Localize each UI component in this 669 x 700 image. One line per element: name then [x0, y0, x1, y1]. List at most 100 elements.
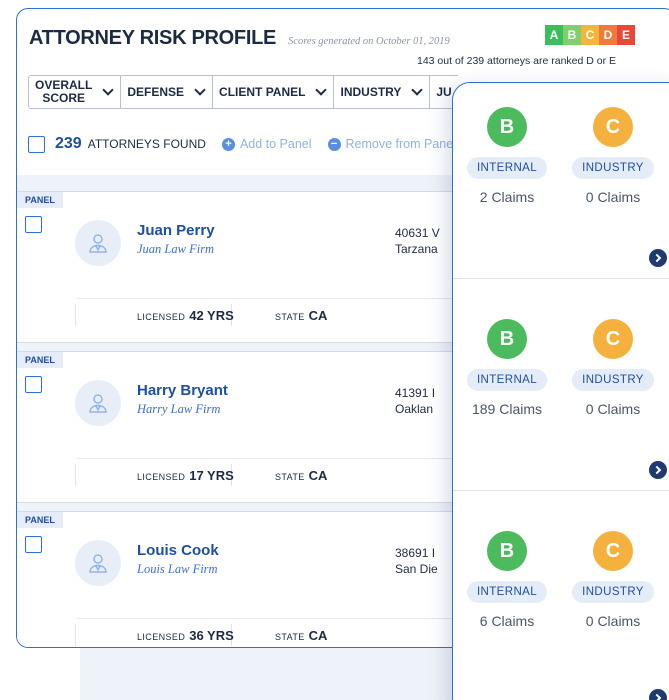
score-card: B INTERNAL 2 Claims C INDUSTRY 0 Claims: [453, 83, 669, 279]
state-value: CA: [308, 628, 328, 643]
grade-c-badge: C: [581, 25, 599, 45]
attorney-avatar-icon: [75, 220, 121, 266]
minus-circle-icon: −: [327, 137, 341, 151]
licensed-value: 17 YRS: [189, 468, 234, 483]
internal-claims: 189 Claims: [471, 401, 543, 417]
industry-score: C INDUSTRY 0 Claims: [565, 531, 661, 629]
arrow-right-icon[interactable]: [649, 689, 667, 700]
attorney-checkbox[interactable]: [25, 216, 42, 233]
licensed-value: 36 YRS: [189, 628, 234, 643]
internal-score: B INTERNAL 2 Claims: [459, 107, 555, 205]
page-background-strip: [80, 640, 460, 700]
industry-claims: 0 Claims: [585, 401, 641, 417]
remove-from-panel-button[interactable]: − Remove from Panel: [327, 137, 456, 151]
chevron-down-icon: [194, 84, 206, 96]
internal-grade-badge: B: [487, 107, 527, 147]
grade-e-badge: E: [617, 25, 635, 45]
state-value: CA: [308, 308, 328, 323]
attorney-name-link[interactable]: Louis Cook: [137, 542, 219, 559]
attorney-checkbox[interactable]: [25, 376, 42, 393]
internal-score: B INTERNAL 189 Claims: [459, 319, 555, 417]
filter-industry[interactable]: INDUSTRY: [333, 75, 430, 109]
arrow-right-icon[interactable]: [649, 249, 667, 267]
industry-score: C INDUSTRY 0 Claims: [565, 319, 661, 417]
licensed-value: 42 YRS: [189, 308, 234, 323]
state-label: STATE: [275, 312, 305, 322]
internal-grade-badge: B: [487, 531, 527, 571]
score-card: B INTERNAL 189 Claims C INDUSTRY 0 Claim…: [453, 295, 669, 491]
licensed-years: LICENSED 17 YRS: [137, 468, 234, 483]
address-line2: San Die: [395, 562, 438, 576]
filter-client-panel[interactable]: CLIENT PANEL: [212, 75, 334, 109]
address-line1: 41391 I: [395, 386, 436, 400]
rank-note: 143 out of 239 attorneys are ranked D or…: [417, 55, 617, 67]
state-label: STATE: [275, 632, 305, 642]
grade-a-badge: A: [545, 25, 563, 45]
attorney-name-link[interactable]: Harry Bryant: [137, 382, 228, 399]
attorney-name-link[interactable]: Juan Perry: [137, 222, 215, 239]
law-firm-link[interactable]: Juan Law Firm: [137, 242, 214, 257]
state-value: CA: [308, 468, 328, 483]
attorneys-found-label: ATTORNEYS FOUND: [87, 137, 206, 151]
internal-score: B INTERNAL 6 Claims: [459, 531, 555, 629]
panel-tag: PANEL: [17, 512, 63, 528]
filter-client-panel-label: CLIENT PANEL: [219, 85, 306, 99]
address-line1: 38691 I: [395, 546, 436, 560]
state: STATE CA: [275, 308, 327, 323]
grade-legend: A B C D E: [545, 25, 635, 45]
list-toolbar: 239 ATTORNEYS FOUND + Add to Panel − Rem…: [28, 135, 456, 153]
state-label: STATE: [275, 472, 305, 482]
add-to-panel-label: Add to Panel: [239, 137, 312, 151]
grade-b-badge: B: [563, 25, 581, 45]
attorney-avatar-icon: [75, 380, 121, 426]
industry-pill: INDUSTRY: [572, 369, 654, 391]
internal-claims: 2 Claims: [479, 189, 535, 205]
chevron-down-icon: [102, 84, 115, 96]
filter-overall-line1: OVERALL: [35, 78, 93, 92]
internal-grade-badge: B: [487, 319, 527, 359]
add-to-panel-button[interactable]: + Add to Panel: [221, 137, 312, 151]
industry-claims: 0 Claims: [585, 189, 641, 205]
arrow-right-icon[interactable]: [649, 461, 667, 479]
licensed-years: LICENSED 42 YRS: [137, 308, 234, 323]
internal-pill: INTERNAL: [466, 157, 548, 179]
industry-pill: INDUSTRY: [572, 581, 654, 603]
chevron-down-icon: [411, 84, 424, 96]
panel-tag: PANEL: [17, 192, 63, 208]
divider: [75, 624, 76, 646]
licensed-label: LICENSED: [137, 632, 186, 642]
filter-overall-score-label: OVERALL SCORE: [35, 79, 92, 105]
address-line2: Oaklan: [395, 402, 434, 416]
attorney-avatar-icon: [75, 540, 121, 586]
attorney-count: 239: [55, 135, 82, 152]
internal-claims: 6 Claims: [479, 613, 535, 629]
select-all-checkbox[interactable]: [28, 135, 45, 153]
filter-overall-score[interactable]: OVERALL SCORE: [28, 75, 121, 109]
industry-grade-badge: C: [593, 531, 633, 571]
filter-defense[interactable]: DEFENSE: [120, 75, 213, 109]
industry-pill: INDUSTRY: [572, 157, 654, 179]
attorney-checkbox[interactable]: [25, 536, 42, 553]
law-firm-link[interactable]: Harry Law Firm: [137, 402, 220, 417]
industry-grade-badge: C: [593, 107, 633, 147]
licensed-label: LICENSED: [137, 312, 186, 322]
industry-grade-badge: C: [593, 319, 633, 359]
divider: [75, 304, 76, 326]
state: STATE CA: [275, 628, 327, 643]
licensed-label: LICENSED: [137, 472, 186, 482]
industry-claims: 0 Claims: [585, 613, 641, 629]
page-title: ATTORNEY RISK PROFILE: [29, 27, 277, 49]
address-line1: 40631 V: [395, 226, 440, 240]
score-card: B INTERNAL 6 Claims C INDUSTRY 0 Claims: [453, 507, 669, 700]
filter-overall-line2: SCORE: [42, 91, 86, 105]
law-firm-link[interactable]: Louis Law Firm: [137, 562, 218, 577]
industry-score: C INDUSTRY 0 Claims: [565, 107, 661, 205]
internal-pill: INTERNAL: [466, 581, 548, 603]
plus-circle-icon: +: [221, 137, 235, 151]
divider: [75, 464, 76, 486]
address-line2: Tarzana: [395, 242, 438, 256]
filter-bar: OVERALL SCORE DEFENSE CLIENT PANEL INDUS…: [28, 75, 458, 109]
scores-date: Scores generated on October 01, 2019: [288, 36, 450, 47]
score-overlay-panel: B INTERNAL 2 Claims C INDUSTRY 0 Claims …: [452, 82, 669, 700]
header: ATTORNEY RISK PROFILE Scores generated o…: [29, 27, 450, 50]
